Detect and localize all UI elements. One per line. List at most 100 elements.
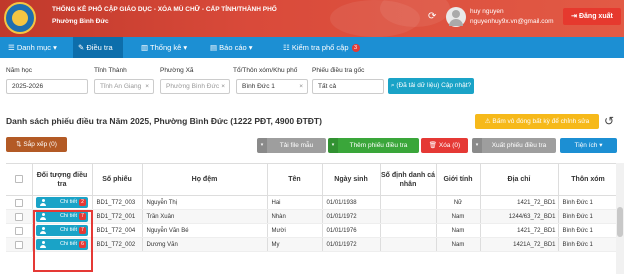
ho-dem-cell[interactable]: Trần Xuân bbox=[142, 209, 268, 224]
table-row[interactable]: Chi tiết 2 BD1_T72_003 Nguyễn Thị Hai 01/… bbox=[6, 195, 619, 210]
app-logo bbox=[4, 2, 36, 34]
nav-dieu-tra[interactable]: ✎ Điều tra bbox=[73, 37, 123, 58]
dinh-danh-cell[interactable] bbox=[380, 209, 437, 224]
province-label: Tỉnh Thành bbox=[94, 67, 127, 74]
ho-dem-cell[interactable]: Dương Văn bbox=[142, 237, 268, 252]
survey-table: Đối tượng điều tra Số phiếu Họ đệm Tên N… bbox=[6, 163, 619, 252]
table-row[interactable]: Chi tiết 7 BD1_T72_004 Nguyễn Văn Bé Mười… bbox=[6, 223, 619, 238]
refresh-icon[interactable]: ⟳ bbox=[428, 12, 438, 22]
col-header-doi-tuong[interactable]: Đối tượng điều tra bbox=[32, 163, 93, 196]
province-select[interactable]: Tỉnh An Giang × bbox=[94, 79, 154, 94]
row-select-cell[interactable] bbox=[6, 209, 33, 224]
detail-button[interactable]: Chi tiết 2 bbox=[36, 197, 88, 208]
logout-label: Đăng xuất bbox=[578, 13, 613, 20]
clear-icon[interactable]: × bbox=[299, 80, 303, 93]
ho-dem-cell[interactable]: Nguyễn Văn Bé bbox=[142, 223, 268, 238]
logout-icon: ⇥ bbox=[571, 13, 579, 20]
col-header-ho-dem[interactable]: Họ đệm bbox=[142, 163, 268, 196]
so-phieu-cell[interactable]: BD1_T72_003 bbox=[92, 195, 143, 210]
row-select-cell[interactable] bbox=[6, 237, 33, 252]
row-checkbox[interactable] bbox=[14, 198, 23, 207]
sort-button[interactable]: ⇅ Sắp xếp (0) bbox=[6, 137, 67, 152]
col-header-ten[interactable]: Tên bbox=[267, 163, 323, 196]
gioi-tinh-cell[interactable]: Nam bbox=[436, 209, 481, 224]
ward-label: Phường Xã bbox=[160, 67, 194, 74]
report-icon: ▤ bbox=[210, 43, 220, 52]
avatar[interactable] bbox=[446, 7, 466, 27]
edit-hint-button[interactable]: ⚠ Bấm vô đóng bất kỳ để chỉnh sửa bbox=[475, 114, 599, 129]
hamlet-select[interactable]: Bình Đức 1 × bbox=[236, 79, 308, 94]
ngay-sinh-cell[interactable]: 01/01/1976 bbox=[322, 223, 381, 238]
row-checkbox[interactable] bbox=[14, 212, 23, 221]
dinh-danh-cell[interactable] bbox=[380, 195, 437, 210]
thon-xom-cell[interactable]: Bình Đức 1 bbox=[558, 223, 619, 238]
dia-chi-cell[interactable]: 1421_72_BD1 bbox=[480, 195, 559, 210]
nav-danh-muc[interactable]: ☰ Danh mục ▾ bbox=[8, 37, 57, 58]
ten-cell[interactable]: Nhàn bbox=[267, 209, 323, 224]
highlight-box bbox=[33, 210, 93, 272]
ho-dem-cell[interactable]: Nguyễn Thị bbox=[142, 195, 268, 210]
col-header-ngay-sinh[interactable]: Ngày sinh bbox=[322, 163, 381, 196]
download-template-button[interactable]: ▾ Tải file mẫu bbox=[257, 138, 326, 153]
delete-button[interactable]: 🗑 Xóa (0) bbox=[421, 138, 468, 153]
col-header-dia-chi[interactable]: Địa chỉ bbox=[480, 163, 559, 196]
clear-icon[interactable]: × bbox=[145, 80, 149, 93]
select-all-checkbox[interactable] bbox=[14, 175, 23, 184]
dinh-danh-cell[interactable] bbox=[380, 237, 437, 252]
row-select-cell[interactable] bbox=[6, 195, 33, 210]
scrollbar-thumb[interactable] bbox=[617, 207, 623, 237]
school-year-label: Năm học bbox=[6, 67, 33, 74]
gioi-tinh-cell[interactable]: Nam bbox=[436, 237, 481, 252]
hamlet-label: Tổ/Thôn xóm/Khu phố bbox=[233, 67, 298, 74]
ngay-sinh-cell[interactable]: 01/01/1972 bbox=[322, 209, 381, 224]
ngay-sinh-cell[interactable]: 01/01/1938 bbox=[322, 195, 381, 210]
ten-cell[interactable]: My bbox=[267, 237, 323, 252]
dia-chi-cell[interactable]: 1244/63_72_BD1 bbox=[480, 209, 559, 224]
so-phieu-cell[interactable]: BD1_T72_002 bbox=[92, 237, 143, 252]
nav-kiem-tra-pho-cap[interactable]: ☷ Kiểm tra phổ cập 3 bbox=[283, 37, 360, 58]
clear-icon[interactable]: × bbox=[221, 80, 225, 93]
row-checkbox[interactable] bbox=[14, 226, 23, 235]
export-survey-button[interactable]: ▾ Xuất phiếu điều tra bbox=[472, 138, 556, 153]
thon-xom-cell[interactable]: Bình Đức 1 bbox=[558, 209, 619, 224]
thon-xom-cell[interactable]: Bình Đức 1 bbox=[558, 195, 619, 210]
chart-icon: ▥ bbox=[141, 43, 151, 52]
dia-chi-cell[interactable]: 1421_72_BD1 bbox=[480, 223, 559, 238]
col-header-thon-xom[interactable]: Thôn xóm bbox=[558, 163, 619, 196]
add-survey-button[interactable]: ▾ Thêm phiếu điều tra bbox=[328, 138, 419, 153]
col-header-gioi-tinh[interactable]: Giới tính bbox=[436, 163, 481, 196]
ngay-sinh-cell[interactable]: 01/01/1972 bbox=[322, 237, 381, 252]
utility-menu-button[interactable]: Tiện ích ▾ bbox=[560, 138, 617, 153]
nav-badge: 3 bbox=[351, 44, 360, 52]
so-phieu-cell[interactable]: BD1_T72_004 bbox=[92, 223, 143, 238]
app-header: THỐNG KÊ PHỔ CẬP GIÁO DỤC - XÓA MÙ CHỮ -… bbox=[0, 0, 624, 37]
ward-select[interactable]: Phường Bình Đức × bbox=[160, 79, 230, 94]
vertical-scrollbar[interactable] bbox=[616, 163, 624, 274]
logout-button[interactable]: ⇥ Đăng xuất bbox=[563, 8, 621, 25]
table-row[interactable]: Chi tiết 6 BD1_T72_002 Dương Văn My 01/01… bbox=[6, 237, 619, 252]
origin-select[interactable]: Tất cả bbox=[312, 79, 384, 94]
nav-thong-ke[interactable]: ▥ Thống kê ▾ bbox=[141, 37, 187, 58]
member-count-badge: 2 bbox=[79, 199, 86, 206]
col-header-dinh-danh[interactable]: Số định danh cá nhân bbox=[380, 163, 437, 196]
row-select-cell[interactable] bbox=[6, 223, 33, 238]
update-search-button[interactable]: ⌕ (Đã tải dữ liệu) Cập nhật? bbox=[388, 78, 474, 94]
school-year-select[interactable]: 2025-2026 bbox=[6, 79, 88, 94]
detail-cell: Chi tiết 2 bbox=[32, 195, 93, 210]
nav-bao-cao[interactable]: ▤ Báo cáo ▾ bbox=[210, 37, 253, 58]
so-phieu-cell[interactable]: BD1_T72_001 bbox=[92, 209, 143, 224]
ten-cell[interactable]: Mười bbox=[267, 223, 323, 238]
origin-label: Phiếu điều tra gốc bbox=[312, 67, 365, 74]
dia-chi-cell[interactable]: 1421A_72_BD1 bbox=[480, 237, 559, 252]
col-header-so-phieu[interactable]: Số phiếu bbox=[92, 163, 143, 196]
dinh-danh-cell[interactable] bbox=[380, 223, 437, 238]
gioi-tinh-cell[interactable]: Nam bbox=[436, 223, 481, 238]
row-checkbox[interactable] bbox=[14, 240, 23, 249]
gioi-tinh-cell[interactable]: Nữ bbox=[436, 195, 481, 210]
ten-cell[interactable]: Hai bbox=[267, 195, 323, 210]
main-nav: ☰ Danh mục ▾ ✎ Điều tra ▥ Thống kê ▾ ▤ B… bbox=[0, 37, 624, 58]
history-icon[interactable]: ↺ bbox=[604, 114, 614, 128]
thon-xom-cell[interactable]: Bình Đức 1 bbox=[558, 237, 619, 252]
table-row[interactable]: Chi tiết 7 BD1_T72_001 Trần Xuân Nhàn 01/… bbox=[6, 209, 619, 224]
select-all-header[interactable] bbox=[6, 163, 33, 196]
